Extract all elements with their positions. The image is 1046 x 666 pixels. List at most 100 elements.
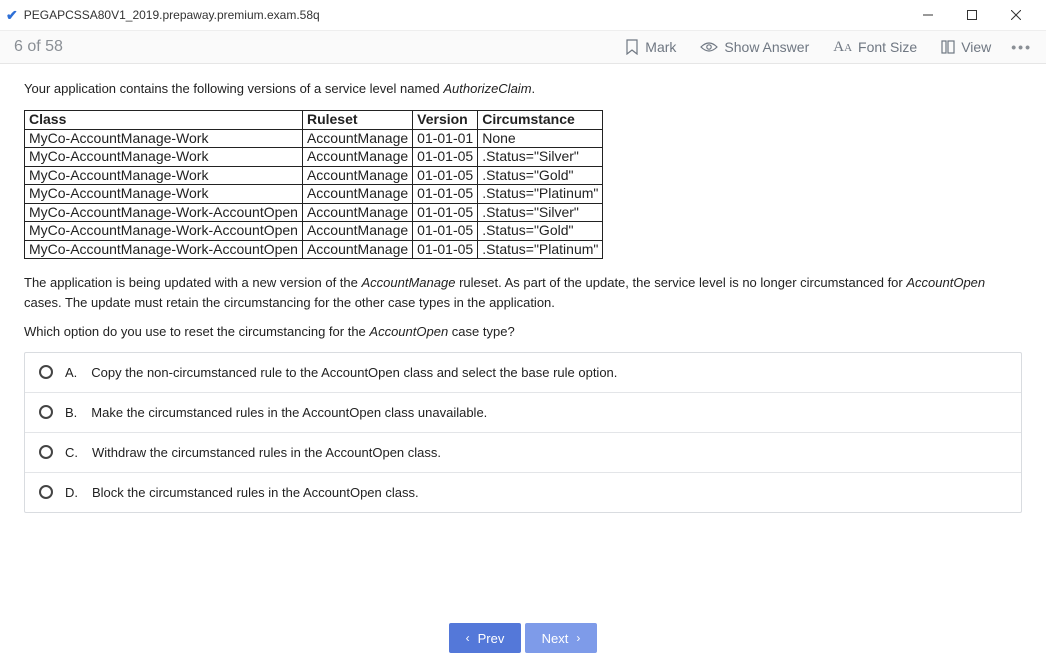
titlebar: ✔ PEGAPCSSA80V1_2019.prepaway.premium.ex… [0,0,1046,30]
paragraph-1: The application is being updated with a … [24,273,1022,312]
app-check-icon: ✔ [6,7,18,24]
eye-icon [700,41,718,53]
cell: 01-01-05 [413,166,478,185]
chevron-left-icon: ‹ [466,631,470,645]
answer-options: A. Copy the non-circumstanced rule to th… [24,352,1022,513]
cell: MyCo-AccountManage-Work-AccountOpen [25,240,303,259]
cell: MyCo-AccountManage-Work [25,148,303,167]
cell: 01-01-05 [413,185,478,204]
view-label: View [961,39,991,55]
view-button[interactable]: View [941,39,991,55]
show-answer-label: Show Answer [724,39,809,55]
p1em1: AccountManage [362,275,456,290]
maximize-button[interactable] [950,1,994,29]
p1em2: AccountOpen [906,275,985,290]
cell: .Status="Gold" [478,166,603,185]
option-letter: C. [65,445,78,460]
intro-pre: Your application contains the following … [24,81,443,96]
view-icon [941,40,955,54]
paragraph-2: Which option do you use to reset the cir… [24,322,1022,342]
mark-button[interactable]: Mark [625,39,676,55]
cell: .Status="Platinum" [478,185,603,204]
bookmark-icon [625,39,639,55]
cell: 01-01-01 [413,129,478,148]
th-class: Class [25,111,303,130]
cell: 01-01-05 [413,222,478,241]
option-text: Copy the non-circumstanced rule to the A… [91,365,617,380]
show-answer-button[interactable]: Show Answer [700,39,809,55]
option-text: Withdraw the circumstanced rules in the … [92,445,441,460]
cell: AccountManage [302,185,412,204]
font-size-icon: AA [833,39,852,56]
question-counter: 6 of 58 [14,38,601,56]
option-c[interactable]: C. Withdraw the circumstanced rules in t… [25,433,1021,473]
option-text: Block the circumstanced rules in the Acc… [92,485,419,500]
radio-icon [39,405,53,419]
cell: MyCo-AccountManage-Work [25,185,303,204]
p1b: ruleset. As part of the update, the serv… [455,275,906,290]
mark-label: Mark [645,39,676,55]
cell: AccountManage [302,148,412,167]
more-button[interactable]: ••• [1011,39,1032,55]
p2a: Which option do you use to reset the cir… [24,324,369,339]
window-title: PEGAPCSSA80V1_2019.prepaway.premium.exam… [24,8,906,22]
intro-post: . [532,81,536,96]
toolbar: 6 of 58 Mark Show Answer AA Font Size Vi… [0,30,1046,64]
p1a: The application is being updated with a … [24,275,362,290]
cell: 01-01-05 [413,148,478,167]
cell: 01-01-05 [413,240,478,259]
radio-icon [39,365,53,379]
sla-table: Class Ruleset Version Circumstance MyCo-… [24,110,603,259]
next-label: Next [542,631,569,646]
cell: .Status="Platinum" [478,240,603,259]
radio-icon [39,445,53,459]
cell: MyCo-AccountManage-Work [25,166,303,185]
nav-bar: ‹ Prev Next › [0,610,1046,666]
chevron-right-icon: › [576,631,580,645]
cell: AccountManage [302,129,412,148]
content-area: Your application contains the following … [0,64,1046,610]
cell: AccountManage [302,166,412,185]
table-row: MyCo-AccountManage-Work-AccountOpenAccou… [25,203,603,222]
cell: 01-01-05 [413,203,478,222]
th-ruleset: Ruleset [302,111,412,130]
option-text: Make the circumstanced rules in the Acco… [91,405,487,420]
cell: MyCo-AccountManage-Work [25,129,303,148]
option-d[interactable]: D. Block the circumstanced rules in the … [25,473,1021,512]
th-circumstance: Circumstance [478,111,603,130]
cell: MyCo-AccountManage-Work-AccountOpen [25,222,303,241]
option-a[interactable]: A. Copy the non-circumstanced rule to th… [25,353,1021,393]
cell: .Status="Gold" [478,222,603,241]
p1c: cases. The update must retain the circum… [24,295,555,310]
th-version: Version [413,111,478,130]
option-b[interactable]: B. Make the circumstanced rules in the A… [25,393,1021,433]
cell: AccountManage [302,240,412,259]
option-letter: D. [65,485,78,500]
prev-button[interactable]: ‹ Prev [449,623,521,653]
font-size-button[interactable]: AA Font Size [833,39,917,56]
table-row: MyCo-AccountManage-WorkAccountManage01-0… [25,185,603,204]
p2b: case type? [448,324,515,339]
option-letter: A. [65,365,77,380]
option-letter: B. [65,405,77,420]
radio-icon [39,485,53,499]
font-size-label: Font Size [858,39,917,55]
minimize-button[interactable] [906,1,950,29]
intro-em: AuthorizeClaim [443,81,531,96]
table-row: MyCo-AccountManage-WorkAccountManage01-0… [25,166,603,185]
cell: MyCo-AccountManage-Work-AccountOpen [25,203,303,222]
cell: .Status="Silver" [478,203,603,222]
table-row: MyCo-AccountManage-WorkAccountManage01-0… [25,129,603,148]
cell: AccountManage [302,222,412,241]
cell: AccountManage [302,203,412,222]
close-button[interactable] [994,1,1038,29]
cell: .Status="Silver" [478,148,603,167]
p2em: AccountOpen [369,324,448,339]
cell: None [478,129,603,148]
next-button[interactable]: Next › [525,623,597,653]
prev-label: Prev [478,631,505,646]
question-intro: Your application contains the following … [24,80,1022,98]
table-row: MyCo-AccountManage-WorkAccountManage01-0… [25,148,603,167]
table-row: MyCo-AccountManage-Work-AccountOpenAccou… [25,240,603,259]
table-row: MyCo-AccountManage-Work-AccountOpenAccou… [25,222,603,241]
